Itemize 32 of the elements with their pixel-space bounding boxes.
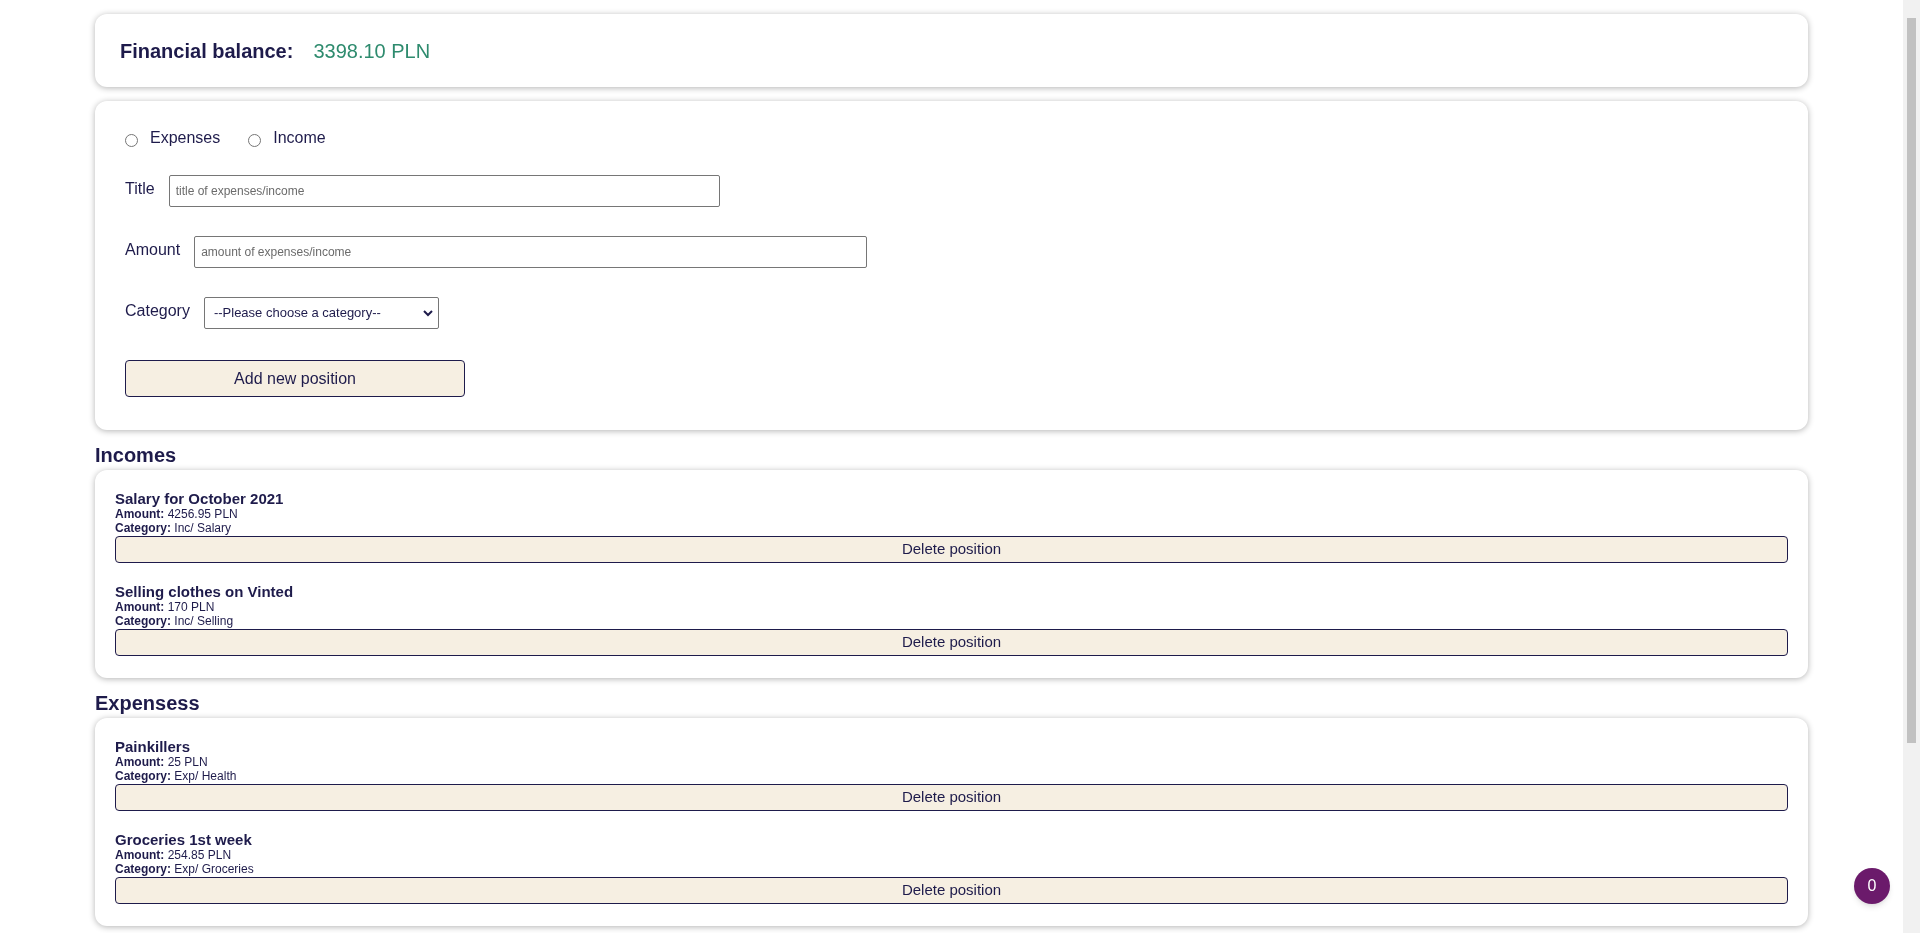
balance-label: Financial balance: (120, 38, 294, 64)
radio-label: Expenses (150, 128, 221, 148)
add-position-button[interactable]: Add new position (125, 360, 465, 397)
position-amount: Amount: 25 PLN (115, 755, 209, 769)
position-category: Category: Inc/ Salary (115, 521, 233, 535)
position-title: Painkillers (115, 738, 192, 755)
radio-label: Income (273, 128, 326, 148)
balance-value: 3398.10 PLN (313, 38, 431, 64)
chevron-down-icon (422, 309, 433, 317)
position-title: Salary for October 2021 (115, 490, 285, 507)
category-dropdown[interactable]: --Please choose a category-- (203, 297, 439, 329)
input-field[interactable]: title of expenses/income (168, 175, 720, 207)
position-title: Selling clothes on Vinted (115, 583, 295, 600)
position-category: Category: Exp/ Groceries (115, 862, 255, 876)
field-label: Category (125, 301, 190, 321)
delete-position-button[interactable]: Delete position (115, 877, 1788, 904)
position-amount: Amount: 254.85 PLN (115, 848, 233, 862)
field-label: Title (125, 179, 155, 199)
field-label: Amount (125, 240, 181, 260)
delete-position-button[interactable]: Delete position (115, 536, 1788, 563)
position-amount: Amount: 4256.95 PLN (115, 507, 239, 521)
delete-position-button[interactable]: Delete position (115, 784, 1788, 811)
counter-badge[interactable]: 0 (1854, 868, 1890, 904)
position-category: Category: Exp/ Health (115, 769, 238, 783)
position-title: Groceries 1st week (115, 831, 253, 848)
scrollbar[interactable] (1903, 0, 1920, 933)
delete-position-button[interactable]: Delete position (115, 629, 1788, 656)
position-category: Category: Inc/ Selling (115, 614, 235, 628)
input-field[interactable]: amount of expenses/income (194, 236, 868, 268)
section-heading: Expensess (95, 691, 201, 716)
section-heading: Incomes (95, 443, 178, 468)
position-amount: Amount: 170 PLN (115, 600, 216, 614)
